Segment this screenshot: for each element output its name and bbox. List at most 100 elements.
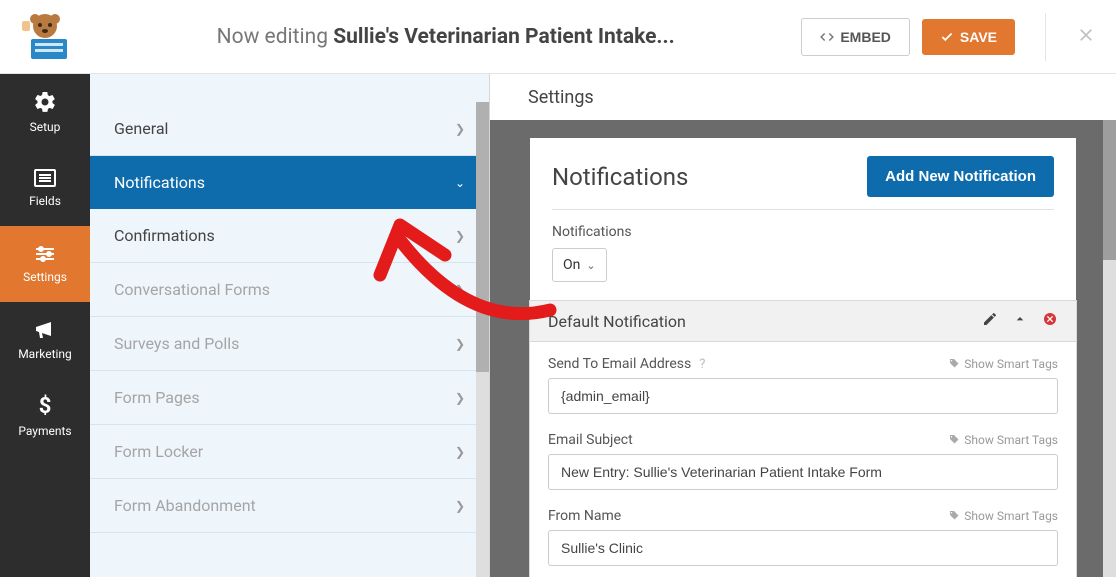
- chevron-up-icon: [1012, 311, 1028, 327]
- notifications-toggle-label: Notifications: [552, 224, 1054, 240]
- chevron-right-icon: ❯: [455, 229, 465, 243]
- page-title: Now editing Sullie's Veterinarian Patien…: [90, 25, 801, 49]
- edit-button[interactable]: [982, 311, 998, 331]
- close-button[interactable]: [1076, 25, 1096, 49]
- scrollbar-thumb[interactable]: [476, 102, 489, 372]
- notification-block: Default Notification: [529, 300, 1077, 577]
- notification-actions: [982, 311, 1058, 331]
- tab-form-pages[interactable]: Form Pages ❯: [90, 371, 489, 425]
- code-icon: [820, 30, 834, 44]
- tab-confirmations-label: Confirmations: [114, 226, 215, 245]
- tab-conversational-label: Conversational Forms: [114, 280, 270, 299]
- from-name-input[interactable]: [548, 530, 1058, 566]
- panel-title: Notifications: [552, 163, 688, 191]
- vnav-fields-label: Fields: [29, 194, 61, 208]
- scrollbar-thumb[interactable]: [1103, 120, 1116, 260]
- subject-input[interactable]: [548, 454, 1058, 490]
- smart-tags-toggle[interactable]: Show Smart Tags: [948, 509, 1058, 523]
- sliders-icon: [33, 244, 57, 264]
- vnav-marketing-label: Marketing: [18, 347, 72, 361]
- bullhorn-icon: [33, 319, 57, 341]
- vnav-marketing[interactable]: Marketing: [0, 302, 90, 378]
- logo: [0, 13, 90, 61]
- pencil-icon: [982, 311, 998, 327]
- subject-label: Email Subject: [548, 432, 633, 448]
- subject-row: Email Subject Show Smart Tags: [548, 432, 1058, 490]
- vnav-payments-label: Payments: [18, 424, 71, 438]
- vnav-setup-label: Setup: [30, 120, 61, 134]
- tab-form-pages-label: Form Pages: [114, 388, 200, 407]
- notification-block-header: Default Notification: [530, 301, 1076, 342]
- send-to-input[interactable]: [548, 378, 1058, 414]
- tab-surveys[interactable]: Surveys and Polls ❯: [90, 317, 489, 371]
- tab-form-locker-label: Form Locker: [114, 442, 203, 461]
- workspace: Setup Fields Settings Marketing $ Paymen…: [0, 74, 1116, 577]
- divider: [1045, 13, 1046, 61]
- chevron-right-icon: ❯: [455, 499, 465, 513]
- delete-icon: [1042, 311, 1058, 327]
- send-to-label: Send To Email Address: [548, 356, 691, 372]
- settings-sidebar: General ❯ Notifications ⌄ Confirmations …: [90, 74, 490, 577]
- breadcrumb: Settings: [490, 74, 1116, 120]
- tab-general[interactable]: General ❯: [90, 102, 489, 156]
- tab-conversational[interactable]: Conversational Forms ❯: [90, 263, 489, 317]
- close-icon: [1076, 25, 1096, 45]
- tab-notifications[interactable]: Notifications ⌄: [90, 156, 489, 209]
- help-icon[interactable]: ?: [699, 357, 705, 372]
- list-icon: [33, 168, 57, 188]
- chevron-down-icon: ⌄: [586, 259, 595, 272]
- embed-button[interactable]: EMBED: [801, 18, 910, 56]
- title-prefix: Now editing: [217, 25, 334, 49]
- chevron-down-icon: ⌄: [455, 176, 465, 190]
- tab-form-abandonment[interactable]: Form Abandonment ❯: [90, 479, 489, 533]
- wpforms-logo-icon: [18, 13, 73, 61]
- tag-icon: [948, 358, 960, 370]
- smart-tags-toggle[interactable]: Show Smart Tags: [948, 433, 1058, 447]
- add-notification-button[interactable]: Add New Notification: [867, 156, 1054, 197]
- notifications-toggle[interactable]: On ⌄: [552, 248, 607, 282]
- tab-form-locker[interactable]: Form Locker ❯: [90, 425, 489, 479]
- tab-confirmations[interactable]: Confirmations ❯: [90, 209, 489, 263]
- tab-surveys-label: Surveys and Polls: [114, 334, 239, 353]
- notification-block-title: Default Notification: [548, 312, 686, 331]
- smart-tags-label: Show Smart Tags: [964, 509, 1058, 523]
- tab-form-abandonment-label: Form Abandonment: [114, 496, 256, 515]
- vnav-settings-label: Settings: [23, 270, 67, 284]
- tab-notifications-label: Notifications: [114, 173, 205, 192]
- save-label: SAVE: [960, 29, 997, 45]
- smart-tags-label: Show Smart Tags: [964, 433, 1058, 447]
- delete-button[interactable]: [1042, 311, 1058, 331]
- vnav-fields[interactable]: Fields: [0, 150, 90, 226]
- chevron-right-icon: ❯: [455, 122, 465, 136]
- chevron-right-icon: ❯: [455, 391, 465, 405]
- chevron-right-icon: ❯: [455, 337, 465, 351]
- vertical-nav: Setup Fields Settings Marketing $ Paymen…: [0, 74, 90, 577]
- save-button[interactable]: SAVE: [922, 19, 1015, 55]
- notification-body: Send To Email Address ? Show Smart Tags: [530, 342, 1076, 577]
- panel-header: Notifications Add New Notification: [530, 156, 1076, 209]
- toggle-value: On: [563, 257, 580, 273]
- main-area: Settings Notifications Add New Notificat…: [490, 74, 1116, 577]
- sidebar-scrollbar[interactable]: [476, 102, 489, 577]
- tab-general-label: General: [114, 119, 168, 138]
- gear-icon: [33, 90, 57, 114]
- main-scrollbar[interactable]: [1103, 120, 1116, 577]
- tag-icon: [948, 434, 960, 446]
- form-name: Sullie's Veterinarian Patient Intake...: [333, 25, 675, 49]
- notifications-panel: Notifications Add New Notification Notif…: [530, 138, 1076, 577]
- vnav-settings[interactable]: Settings: [0, 226, 90, 302]
- vnav-setup[interactable]: Setup: [0, 74, 90, 150]
- vnav-payments[interactable]: $ Payments: [0, 378, 90, 454]
- from-name-label: From Name: [548, 508, 621, 524]
- send-to-row: Send To Email Address ? Show Smart Tags: [548, 356, 1058, 414]
- collapse-button[interactable]: [1012, 311, 1028, 331]
- check-icon: [940, 30, 954, 44]
- tag-icon: [948, 510, 960, 522]
- top-bar: Now editing Sullie's Veterinarian Patien…: [0, 0, 1116, 74]
- settings-tab-list: General ❯ Notifications ⌄ Confirmations …: [90, 102, 489, 533]
- embed-label: EMBED: [840, 29, 891, 45]
- chevron-right-icon: ❯: [455, 283, 465, 297]
- smart-tags-toggle[interactable]: Show Smart Tags: [948, 357, 1058, 371]
- top-actions: EMBED SAVE: [801, 13, 1116, 61]
- from-name-row: From Name Show Smart Tags: [548, 508, 1058, 566]
